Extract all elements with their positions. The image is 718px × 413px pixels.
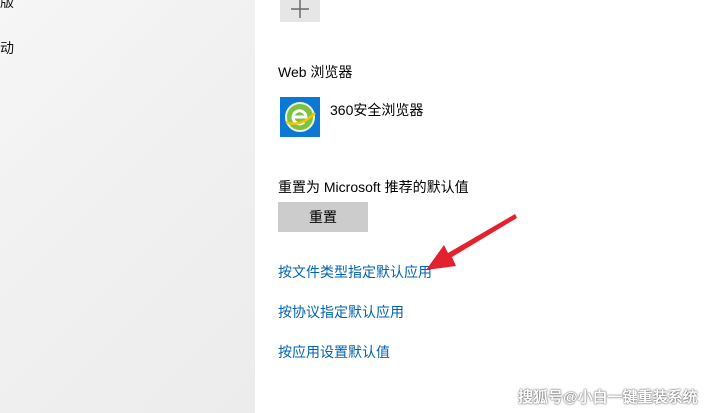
watermark: 搜狐号@小白一键重装系统 (518, 389, 698, 406)
arrow-shape (426, 214, 517, 270)
red-arrow-annotation (426, 214, 517, 270)
